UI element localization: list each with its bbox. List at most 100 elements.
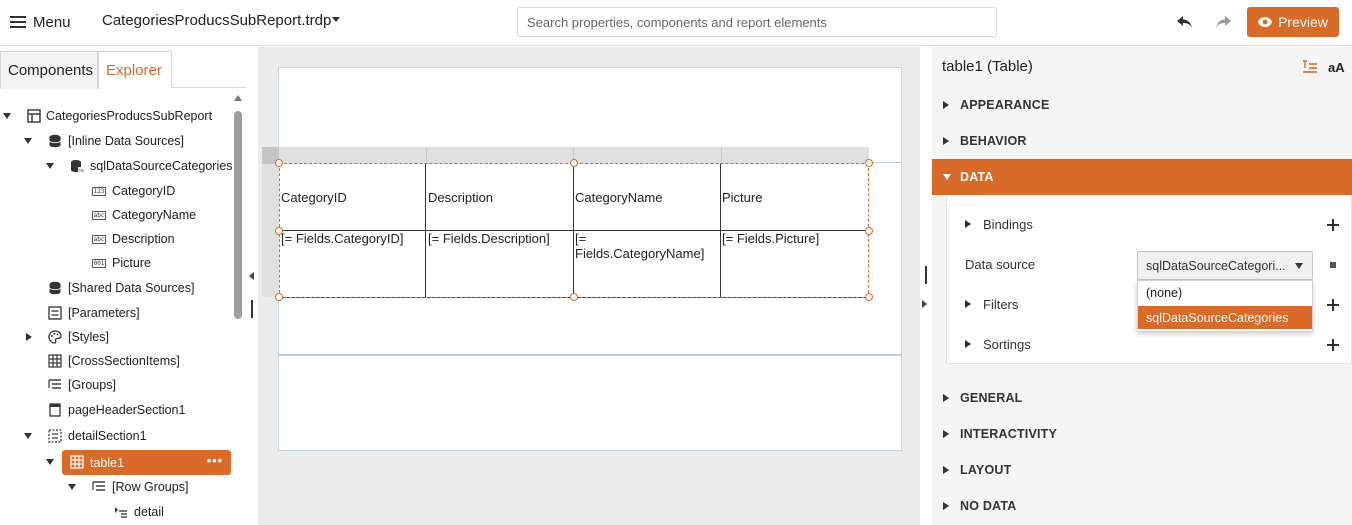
tab-explorer[interactable]: Explorer (98, 51, 172, 89)
collapse-left-icon[interactable] (249, 272, 254, 280)
resize-handle[interactable] (865, 293, 873, 301)
table-row-selector[interactable] (262, 147, 279, 297)
table-column-selector[interactable] (262, 147, 869, 164)
search-input[interactable] (517, 7, 997, 37)
file-name[interactable]: CategoriesProducsSubReport.trdp (102, 12, 331, 29)
resize-handle[interactable] (865, 227, 873, 235)
tree-item-parameters[interactable]: [Parameters] (0, 302, 232, 324)
parameters-icon (48, 306, 62, 320)
chevron-right-icon[interactable] (965, 340, 971, 348)
undo-icon[interactable] (1176, 13, 1194, 31)
chevron-right-icon[interactable] (26, 333, 32, 341)
report-icon (27, 109, 41, 123)
add-sorting-icon[interactable] (1327, 339, 1339, 351)
category-appearance[interactable]: APPEARANCE (932, 87, 1352, 123)
tree-item-field[interactable]: 001 Picture (0, 252, 232, 274)
category-layout[interactable]: LAYOUT (932, 452, 1352, 488)
tree-item-detail-group[interactable]: detail (0, 501, 232, 523)
add-binding-icon[interactable] (1327, 219, 1339, 231)
left-splitter[interactable] (246, 47, 258, 525)
chevron-down-icon[interactable] (46, 459, 54, 465)
chevron-right-icon[interactable] (965, 220, 971, 228)
top-toolbar: Menu CategoriesProducsSubReport.trdp Pre… (0, 0, 1352, 46)
chevron-down-icon[interactable] (24, 138, 32, 144)
tree-item-cross-section-items[interactable]: [CrossSectionItems] (0, 350, 232, 372)
tree-item-row-groups[interactable]: [Row Groups] (0, 476, 232, 498)
chevron-down-icon[interactable] (68, 484, 76, 490)
chevron-right-icon[interactable] (965, 300, 971, 308)
sortings-label[interactable]: Sortings (983, 337, 1031, 352)
tree-item-detail-section[interactable]: detailSection1 (0, 425, 232, 447)
scrollbar-thumb[interactable] (234, 111, 242, 319)
tree-item-field[interactable]: 123 CategoryID (0, 180, 232, 202)
panel-tabs: Components Explorer (0, 47, 246, 89)
tree-item-field[interactable]: abc Description (0, 228, 232, 250)
chevron-right-icon (943, 101, 949, 109)
chevron-down-icon[interactable] (332, 17, 340, 22)
numeric-field-icon: 123 (91, 186, 107, 196)
chevron-down-icon (943, 174, 951, 180)
add-filter-icon[interactable] (1327, 299, 1339, 311)
category-general[interactable]: GENERAL (932, 380, 1352, 416)
tree-item-label: [Shared Data Sources] (68, 281, 195, 295)
resize-handle[interactable] (570, 293, 578, 301)
tree-item-field[interactable]: abc CategoryName (0, 204, 232, 226)
tree-item-label: CategoriesProducsSubReport (46, 109, 213, 123)
resize-handle[interactable] (275, 159, 283, 167)
tree-item-report[interactable]: CategoriesProducsSubReport (0, 105, 232, 127)
font-toggle-button[interactable]: aA (1328, 58, 1345, 76)
resize-handle[interactable] (275, 293, 283, 301)
tree-item-page-header-section[interactable]: pageHeaderSection1 (0, 399, 232, 421)
tree-item-label: Picture (112, 256, 151, 270)
chevron-right-icon (943, 430, 949, 438)
category-interactivity[interactable]: INTERACTIVITY (932, 416, 1352, 452)
tree-item-styles[interactable]: [Styles] (0, 326, 232, 348)
splitter-grip[interactable] (925, 266, 927, 284)
tree-item-label: CategoryID (112, 184, 176, 198)
tree-item-label: [Styles] (68, 330, 109, 344)
palette-icon (48, 330, 62, 344)
tree-item-sql-data-source[interactable]: sql sqlDataSourceCategories (0, 155, 232, 177)
tree-item-shared-data-sources[interactable]: [Shared Data Sources] (0, 277, 232, 299)
menu-label: Menu (33, 13, 71, 31)
tree-scrollbar[interactable] (234, 93, 242, 525)
tree-item-label: [Parameters] (68, 306, 140, 320)
binary-field-icon: 001 (91, 258, 107, 268)
preview-button[interactable]: Preview (1247, 7, 1339, 37)
column-separator (721, 147, 722, 164)
data-source-select[interactable]: sqlDataSourceCategori... (1137, 251, 1313, 280)
category-data[interactable]: DATA (932, 159, 1352, 195)
category-no-data[interactable]: NO DATA (932, 488, 1352, 524)
hamburger-icon (10, 16, 26, 28)
collapse-right-icon[interactable] (922, 300, 927, 308)
redo-icon[interactable] (1214, 13, 1232, 31)
categorize-icon[interactable] (1302, 58, 1318, 76)
chevron-down-icon[interactable] (24, 433, 32, 439)
menu-button[interactable]: Menu (10, 11, 71, 33)
bindings-label[interactable]: Bindings (983, 217, 1033, 232)
filters-label[interactable]: Filters (983, 297, 1018, 312)
reset-value-icon[interactable] (1330, 262, 1336, 268)
tree-item-table1-expander[interactable] (0, 451, 54, 473)
tab-components[interactable]: Components (0, 51, 98, 89)
more-options-icon[interactable]: ••• (207, 454, 223, 468)
tree-item-table1[interactable]: table1 ••• (62, 450, 231, 475)
resize-handle[interactable] (570, 159, 578, 167)
category-behavior[interactable]: BEHAVIOR (932, 123, 1352, 159)
scroll-up-icon[interactable] (234, 95, 242, 101)
splitter-grip[interactable] (251, 300, 253, 318)
category-label: DATA (960, 170, 994, 184)
tree-item-groups[interactable]: [Groups] (0, 374, 232, 396)
column-separator (426, 147, 427, 164)
dropdown-option[interactable]: (none) (1138, 281, 1312, 304)
chevron-down-icon[interactable] (46, 163, 54, 169)
chevron-right-icon (943, 137, 949, 145)
tree-item-label: detailSection1 (68, 429, 147, 443)
category-label: GENERAL (960, 391, 1023, 405)
resize-handle[interactable] (865, 159, 873, 167)
resize-handle[interactable] (275, 227, 283, 235)
chevron-down-icon[interactable] (3, 113, 11, 119)
tree-item-label: Description (112, 232, 175, 246)
tree-item-inline-data-sources[interactable]: [Inline Data Sources] (0, 130, 232, 152)
dropdown-option-selected[interactable]: sqlDataSourceCategories (1138, 306, 1312, 329)
